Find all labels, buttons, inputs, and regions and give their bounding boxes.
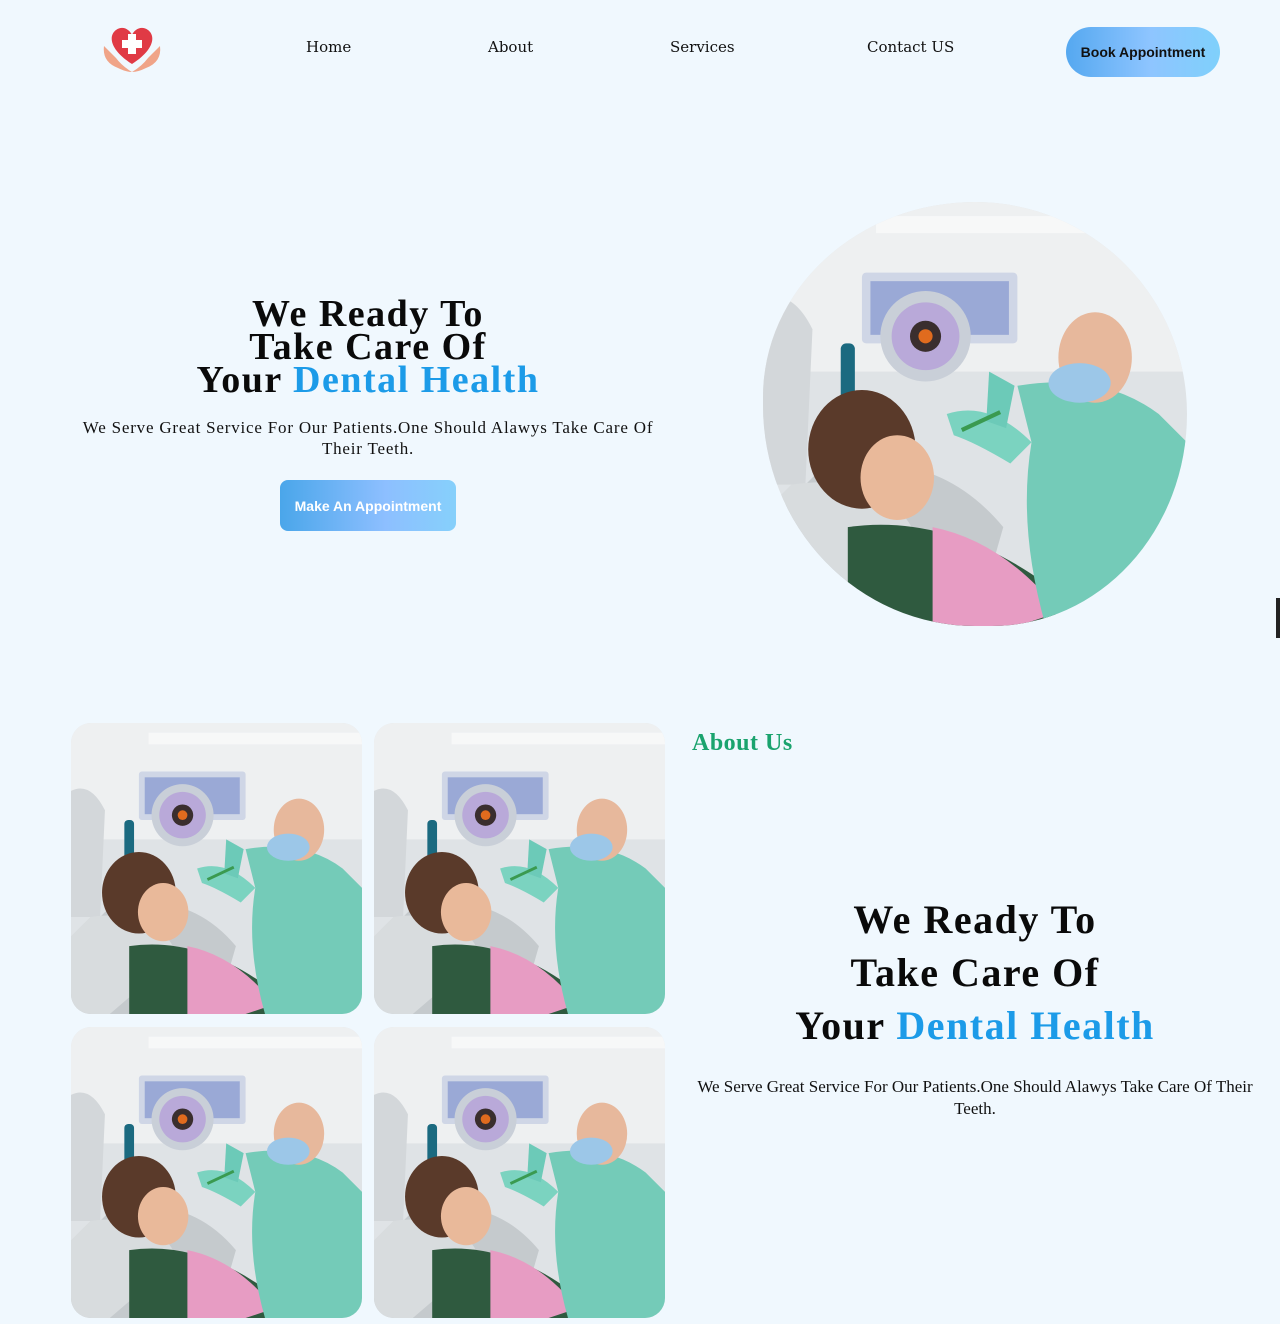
scroll-marker <box>1276 598 1280 638</box>
hero-dentist-photo <box>763 202 1187 626</box>
about-photo-4 <box>374 1027 665 1318</box>
hero-title: We Ready To Take Care Of Your Dental Hea… <box>60 295 676 399</box>
top-navigation: Home About Services Contact US Book Appo… <box>0 0 1280 100</box>
hero-subtitle: We Serve Great Service For Our Patients.… <box>82 418 654 458</box>
nav-link-about[interactable]: About <box>488 38 533 56</box>
about-title-line2: Take Care Of <box>850 950 1100 995</box>
about-photo-3 <box>71 1027 362 1318</box>
heart-cross-hands-icon[interactable] <box>100 22 164 74</box>
make-appointment-button[interactable]: Make An Appointment <box>280 480 456 531</box>
nav-link-services[interactable]: Services <box>670 38 735 56</box>
about-title-line3: Your <box>795 1003 885 1048</box>
about-title-line1: We Ready To <box>853 897 1097 942</box>
hero-title-accent: Dental Health <box>293 359 540 401</box>
about-title: We Ready To Take Care Of Your Dental Hea… <box>692 893 1258 1052</box>
book-appointment-button[interactable]: Book Appointment <box>1066 27 1220 77</box>
about-section: We Ready To Take Care Of Your Dental Hea… <box>692 893 1258 1120</box>
hero-title-line3: Your <box>196 359 283 401</box>
about-subtitle: We Serve Great Service For Our Patients.… <box>697 1077 1253 1118</box>
about-photo-2 <box>374 723 665 1014</box>
hero-section: We Ready To Take Care Of Your Dental Hea… <box>60 295 676 531</box>
nav-link-home[interactable]: Home <box>306 38 351 56</box>
nav-link-contact[interactable]: Contact US <box>867 38 954 56</box>
about-section-label: About Us <box>692 730 793 756</box>
about-title-accent: Dental Health <box>896 1003 1155 1048</box>
about-photo-1 <box>71 723 362 1014</box>
